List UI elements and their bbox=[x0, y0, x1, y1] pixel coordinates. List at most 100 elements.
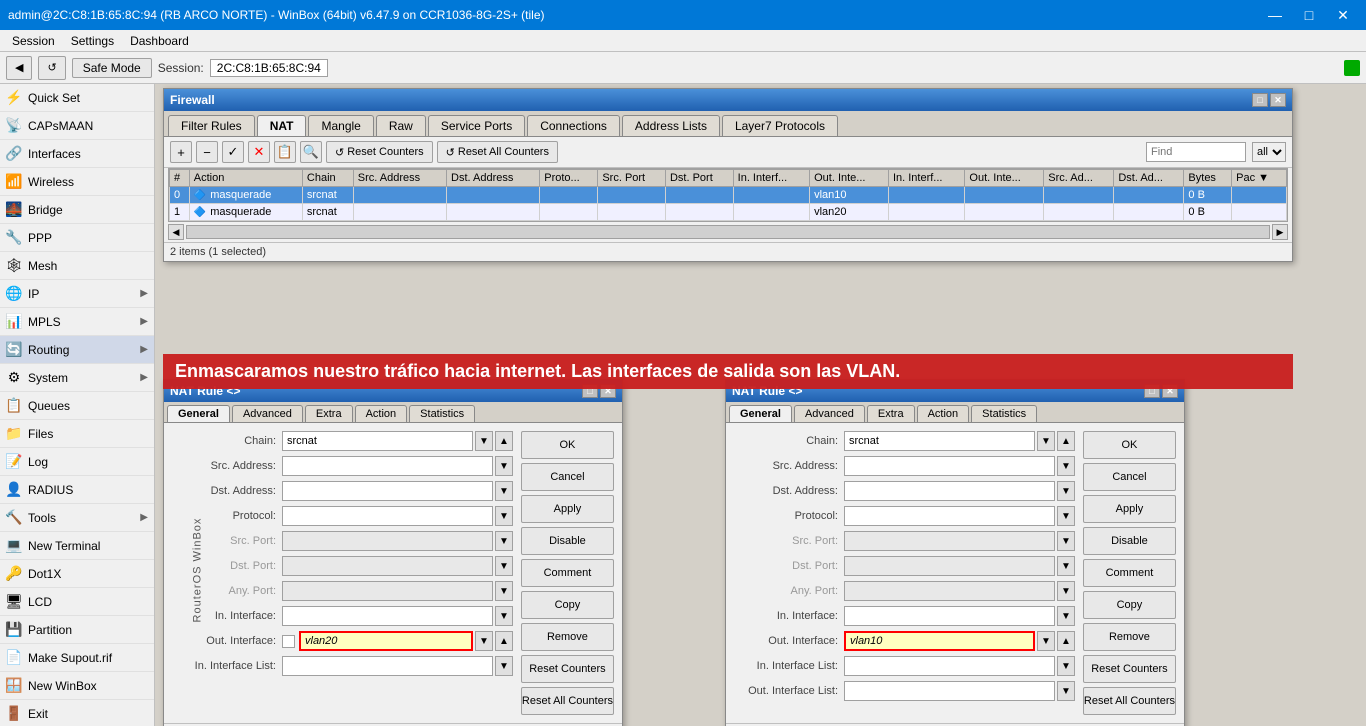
remove-button-right[interactable]: Remove bbox=[1083, 623, 1176, 651]
disable-button-left[interactable]: Disable bbox=[521, 527, 614, 555]
in-iface-list-input-right[interactable] bbox=[844, 656, 1055, 676]
back-button[interactable]: ◀ bbox=[6, 56, 32, 80]
tab-service-ports[interactable]: Service Ports bbox=[428, 115, 525, 136]
sidebar-item-ip[interactable]: 🌐 IP ▶ bbox=[0, 280, 154, 308]
sidebar-item-quickset[interactable]: ⚡ Quick Set bbox=[0, 84, 154, 112]
sidebar-item-mpls[interactable]: 📊 MPLS ▶ bbox=[0, 308, 154, 336]
reset-all-counters-btn-right[interactable]: Reset All Counters bbox=[1083, 687, 1176, 715]
src-port-input-right[interactable] bbox=[844, 531, 1055, 551]
reset-all-counters-btn-left[interactable]: Reset All Counters bbox=[521, 687, 614, 715]
tab-advanced-right[interactable]: Advanced bbox=[794, 405, 865, 422]
sidebar-item-interfaces[interactable]: 🔗 Interfaces bbox=[0, 140, 154, 168]
copy-button-left[interactable]: Copy bbox=[521, 591, 614, 619]
src-port-dropdown-left[interactable]: ▼ bbox=[495, 531, 513, 551]
menu-session[interactable]: Session bbox=[4, 32, 63, 50]
tab-connections[interactable]: Connections bbox=[527, 115, 620, 136]
find-scope-select[interactable]: all bbox=[1252, 142, 1286, 162]
sidebar-item-queues[interactable]: 📋 Queues bbox=[0, 392, 154, 420]
reset-all-counters-button[interactable]: ↺ Reset All Counters bbox=[437, 141, 558, 163]
tab-nat[interactable]: NAT bbox=[257, 115, 307, 136]
protocol-input-left[interactable] bbox=[282, 506, 493, 526]
apply-button-left[interactable]: Apply bbox=[521, 495, 614, 523]
sidebar-item-dot1x[interactable]: 🔑 Dot1X bbox=[0, 560, 154, 588]
sidebar-item-new-terminal[interactable]: 💻 New Terminal bbox=[0, 532, 154, 560]
menu-dashboard[interactable]: Dashboard bbox=[122, 32, 197, 50]
sidebar-item-mesh[interactable]: 🕸 Mesh bbox=[0, 252, 154, 280]
any-port-input-right[interactable] bbox=[844, 581, 1055, 601]
dst-port-input-left[interactable] bbox=[282, 556, 493, 576]
dst-port-dropdown-right[interactable]: ▼ bbox=[1057, 556, 1075, 576]
protocol-input-right[interactable] bbox=[844, 506, 1055, 526]
tab-mangle[interactable]: Mangle bbox=[308, 115, 373, 136]
sidebar-item-tools[interactable]: 🔨 Tools ▶ bbox=[0, 504, 154, 532]
tab-advanced-left[interactable]: Advanced bbox=[232, 405, 303, 422]
tab-extra-right[interactable]: Extra bbox=[867, 405, 915, 422]
dst-port-dropdown-left[interactable]: ▼ bbox=[495, 556, 513, 576]
table-row[interactable]: 0 🔷masquerade srcnat bbox=[170, 187, 1287, 204]
chain-input-left[interactable] bbox=[282, 431, 473, 451]
src-address-input-right[interactable] bbox=[844, 456, 1055, 476]
in-iface-input-right[interactable] bbox=[844, 606, 1055, 626]
sidebar-item-bridge[interactable]: 🌉 Bridge bbox=[0, 196, 154, 224]
maximize-button[interactable]: □ bbox=[1294, 4, 1324, 26]
chain-dropdown-btn-right[interactable]: ▼ bbox=[1037, 431, 1055, 451]
out-iface-checkbox-left[interactable] bbox=[282, 635, 295, 648]
src-port-dropdown-right[interactable]: ▼ bbox=[1057, 531, 1075, 551]
cancel-button-right[interactable]: Cancel bbox=[1083, 463, 1176, 491]
disable-rule-button[interactable]: ✕ bbox=[248, 141, 270, 163]
refresh-button[interactable]: ↺ bbox=[38, 56, 65, 80]
remove-button-left[interactable]: Remove bbox=[521, 623, 614, 651]
add-rule-button[interactable]: + bbox=[170, 141, 192, 163]
copy-rule-button[interactable]: 📋 bbox=[274, 141, 296, 163]
disable-button-right[interactable]: Disable bbox=[1083, 527, 1176, 555]
safe-mode-button[interactable]: Safe Mode bbox=[72, 58, 152, 78]
comment-button-right[interactable]: Comment bbox=[1083, 559, 1176, 587]
sidebar-item-radius[interactable]: 👤 RADIUS bbox=[0, 476, 154, 504]
in-iface-list-dropdown-right[interactable]: ▼ bbox=[1057, 656, 1075, 676]
tab-raw[interactable]: Raw bbox=[376, 115, 426, 136]
filter-button[interactable]: 🔍 bbox=[300, 141, 322, 163]
minimize-button[interactable]: — bbox=[1260, 4, 1290, 26]
src-address-dropdown-left[interactable]: ▼ bbox=[495, 456, 513, 476]
enable-rule-button[interactable]: ✓ bbox=[222, 141, 244, 163]
reset-counters-btn-right[interactable]: Reset Counters bbox=[1083, 655, 1176, 683]
in-iface-input-left[interactable] bbox=[282, 606, 493, 626]
reset-counters-button[interactable]: ↺ Reset Counters bbox=[326, 141, 433, 163]
cancel-button-left[interactable]: Cancel bbox=[521, 463, 614, 491]
sidebar-item-files[interactable]: 📁 Files bbox=[0, 420, 154, 448]
sidebar-item-lcd[interactable]: 🖥 LCD bbox=[0, 588, 154, 616]
in-iface-list-input-left[interactable] bbox=[282, 656, 493, 676]
protocol-dropdown-left[interactable]: ▼ bbox=[495, 506, 513, 526]
tab-action-right[interactable]: Action bbox=[917, 405, 970, 422]
in-iface-list-dropdown-left[interactable]: ▼ bbox=[495, 656, 513, 676]
tab-layer7[interactable]: Layer7 Protocols bbox=[722, 115, 838, 136]
sidebar-item-capsman[interactable]: 📡 CAPsMAAN bbox=[0, 112, 154, 140]
dst-address-dropdown-left[interactable]: ▼ bbox=[495, 481, 513, 501]
tab-statistics-left[interactable]: Statistics bbox=[409, 405, 475, 422]
comment-button-left[interactable]: Comment bbox=[521, 559, 614, 587]
out-iface-list-dropdown-right[interactable]: ▼ bbox=[1057, 681, 1075, 701]
any-port-input-left[interactable] bbox=[282, 581, 493, 601]
dst-address-input-right[interactable] bbox=[844, 481, 1055, 501]
chain-input-right[interactable] bbox=[844, 431, 1035, 451]
out-iface-input-right[interactable] bbox=[844, 631, 1035, 651]
tab-general-left[interactable]: General bbox=[167, 405, 230, 422]
sidebar-item-wireless[interactable]: 📶 Wireless bbox=[0, 168, 154, 196]
dst-address-dropdown-right[interactable]: ▼ bbox=[1057, 481, 1075, 501]
chain-dropdown-btn-left[interactable]: ▼ bbox=[475, 431, 493, 451]
sidebar-item-system[interactable]: ⚙ System ▶ bbox=[0, 364, 154, 392]
tab-general-right[interactable]: General bbox=[729, 405, 792, 422]
tab-filter-rules[interactable]: Filter Rules bbox=[168, 115, 255, 136]
sidebar-item-log[interactable]: 📝 Log bbox=[0, 448, 154, 476]
reset-counters-btn-left[interactable]: Reset Counters bbox=[521, 655, 614, 683]
out-iface-dropdown-right[interactable]: ▼ bbox=[1037, 631, 1055, 651]
table-row[interactable]: 1 🔷masquerade srcnat bbox=[170, 204, 1287, 221]
remove-rule-button[interactable]: − bbox=[196, 141, 218, 163]
apply-button-right[interactable]: Apply bbox=[1083, 495, 1176, 523]
copy-button-right[interactable]: Copy bbox=[1083, 591, 1176, 619]
any-port-dropdown-right[interactable]: ▼ bbox=[1057, 581, 1075, 601]
sidebar-item-exit[interactable]: 🚪 Exit bbox=[0, 700, 154, 726]
tab-address-lists[interactable]: Address Lists bbox=[622, 115, 720, 136]
sidebar-item-new-winbox[interactable]: 🪟 New WinBox bbox=[0, 672, 154, 700]
tab-extra-left[interactable]: Extra bbox=[305, 405, 353, 422]
